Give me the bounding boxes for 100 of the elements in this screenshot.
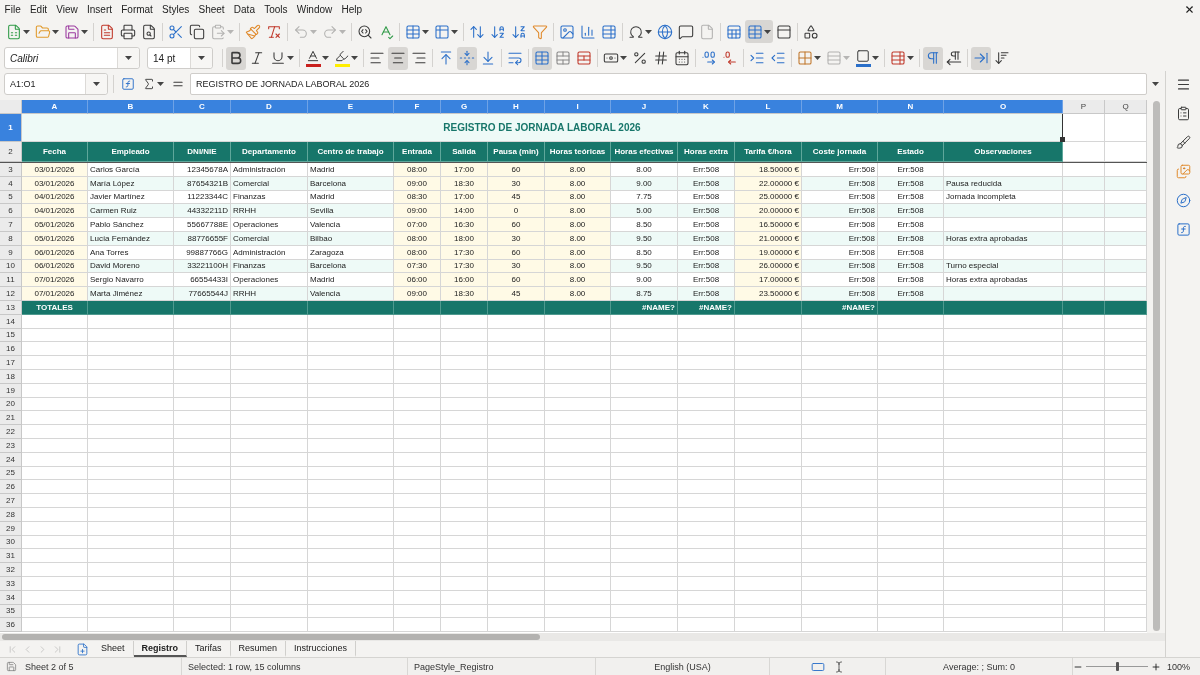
printer-icon	[120, 23, 136, 40]
column-header[interactable]: D	[231, 100, 308, 114]
column-header[interactable]: K	[678, 100, 735, 114]
row-header[interactable]: 11	[0, 273, 22, 288]
table-cell: 20.00000 €	[735, 204, 802, 219]
column-header[interactable]: N	[878, 100, 944, 114]
caret-icon	[198, 56, 205, 60]
row-header[interactable]: 27	[0, 494, 22, 508]
row-header[interactable]: 21	[0, 411, 22, 426]
zoom-slider-thumb[interactable]	[1116, 662, 1119, 671]
bold-button[interactable]	[226, 46, 246, 70]
left-to-right-button[interactable]	[923, 46, 943, 70]
font-size-dropdown[interactable]	[190, 48, 212, 68]
freeze-button[interactable]	[745, 20, 773, 43]
row-header[interactable]: 22	[0, 425, 22, 439]
font-name-field[interactable]: Calibri	[4, 47, 140, 69]
name-box[interactable]: A1:O1	[4, 73, 108, 95]
menu-item[interactable]: Styles	[157, 3, 194, 15]
sort-descending-icon	[511, 23, 527, 40]
column-heading: Tarifa €/hora	[735, 142, 802, 162]
menu-item[interactable]: Edit	[25, 3, 52, 15]
brush-icon	[1175, 134, 1191, 150]
selection-handle[interactable]	[1060, 137, 1065, 142]
column-header[interactable]: Q	[1105, 100, 1147, 114]
italic-icon	[249, 50, 265, 66]
column-header[interactable]: B	[88, 100, 174, 114]
table-icon	[405, 23, 421, 40]
column-heading: Horas efectivas	[611, 142, 678, 162]
row-header[interactable]: 2	[0, 142, 22, 162]
column-header[interactable]: O	[944, 100, 1063, 114]
table-cell: 18.50000 €	[735, 163, 802, 177]
column-header[interactable]: I	[545, 100, 611, 114]
caret-icon	[52, 29, 59, 34]
menu-item[interactable]: File	[0, 3, 26, 15]
close-button[interactable]	[1183, 3, 1195, 15]
row-header[interactable]: 31	[0, 549, 22, 564]
column-header[interactable]: E	[308, 100, 394, 114]
split-cells-icon	[576, 50, 592, 66]
menu-item[interactable]: Insert	[82, 3, 117, 15]
column-header[interactable]: L	[735, 100, 802, 114]
horizontal-scrollbar[interactable]	[2, 634, 540, 640]
row-header[interactable]: 7	[0, 218, 22, 232]
column-heading: Fecha	[22, 142, 88, 162]
selection-info: Selected: 1 row, 15 columns	[188, 661, 301, 672]
text-horizontal-button[interactable]	[971, 46, 991, 70]
row-header[interactable]: 16	[0, 342, 22, 357]
column-header[interactable]: A	[22, 100, 88, 114]
column-header[interactable]: G	[441, 100, 488, 114]
menu-item[interactable]: Sheet	[193, 3, 230, 15]
row-header[interactable]: 1	[0, 114, 22, 142]
align-middle-button[interactable]	[457, 46, 477, 70]
split-panel-icon	[776, 23, 792, 40]
function-icon	[1175, 221, 1191, 237]
font-size-field[interactable]: 14 pt	[147, 47, 213, 69]
table-cell: 60	[488, 273, 545, 288]
table-icon	[890, 50, 906, 66]
menu-item[interactable]: View	[51, 3, 83, 15]
name-box-dropdown[interactable]	[85, 74, 107, 94]
speech-bubble-icon	[678, 23, 694, 40]
bold-icon	[228, 50, 244, 66]
merge-center-button[interactable]	[532, 46, 552, 70]
column-header[interactable]: P	[1063, 100, 1105, 114]
paintbrush-icon	[245, 23, 261, 40]
column-header[interactable]: M	[802, 100, 878, 114]
font-name-dropdown[interactable]	[117, 48, 139, 68]
table-cell: 17.00000 €	[735, 273, 802, 288]
table-cell: 16.50000 €	[735, 218, 802, 232]
menu-item[interactable]: Window	[292, 3, 337, 15]
row-header[interactable]: 32	[0, 563, 22, 577]
menu-item[interactable]: Format	[116, 3, 158, 15]
formula-input[interactable]: REGISTRO DE JORNADA LABORAL 2026	[190, 73, 1147, 95]
spellcheck-icon	[378, 23, 394, 40]
row-header[interactable]: 17	[0, 356, 22, 370]
row-header[interactable]: 12	[0, 287, 22, 301]
row-header[interactable]: 3	[0, 163, 22, 177]
table-cell: 04/01/2026	[22, 204, 88, 219]
column-header[interactable]: F	[394, 100, 441, 114]
caret-icon	[157, 82, 164, 86]
sort-ascending-icon	[490, 23, 506, 40]
row-header[interactable]: 26	[0, 480, 22, 495]
language: English (USA)	[654, 661, 711, 672]
column-heading: Centro de trabajo	[308, 142, 394, 162]
document-icon	[99, 23, 115, 40]
column-header[interactable]: H	[488, 100, 545, 114]
column-header[interactable]: J	[611, 100, 678, 114]
caret-icon	[23, 29, 30, 34]
table-cell: 0	[488, 204, 545, 219]
pilcrow-icon	[946, 50, 962, 66]
caret-icon	[620, 56, 627, 60]
menu-item[interactable]: Help	[336, 3, 367, 15]
zoom-percent: 100%	[1167, 661, 1191, 672]
menu-item[interactable]: Tools	[259, 3, 293, 15]
align-center-button[interactable]	[388, 46, 408, 70]
vertical-scrollbar[interactable]	[1152, 101, 1160, 631]
row-header[interactable]: 6	[0, 204, 22, 219]
menu-item[interactable]: Data	[229, 3, 260, 15]
image-icon	[559, 23, 575, 40]
column-heading: Coste jornada	[802, 142, 878, 162]
row-header[interactable]: 36	[0, 618, 22, 633]
column-header[interactable]: C	[174, 100, 231, 114]
